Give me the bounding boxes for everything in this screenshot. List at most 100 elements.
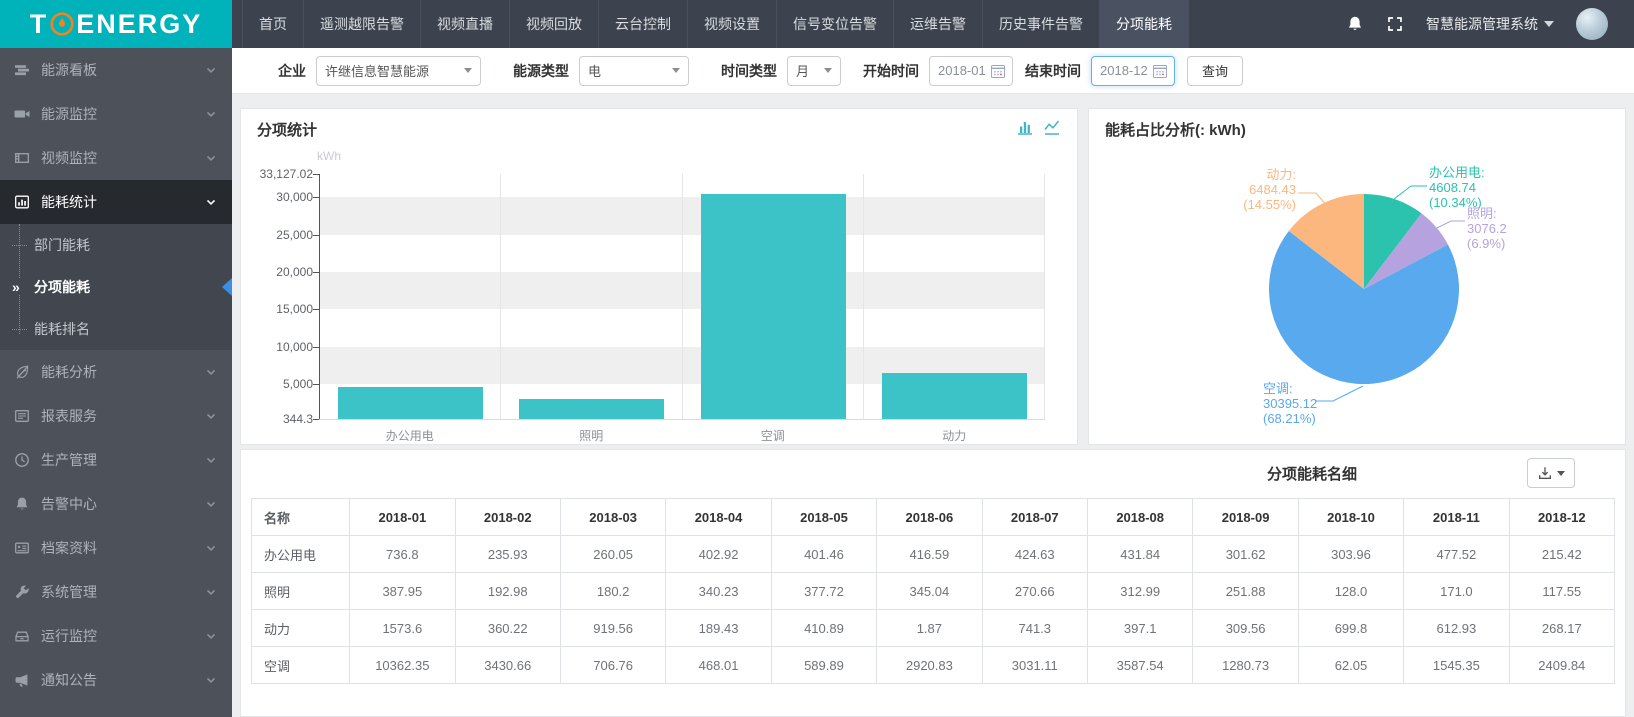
top-nav-tab[interactable]: 视频回放 [509,0,598,48]
table-section: 分项能耗名细 名称2018-012018-022018-032018-04201… [240,449,1626,717]
sidebar-item-label: 生产管理 [41,450,97,470]
bar-照明[interactable] [519,399,664,419]
topbar: TENERGY 首页遥测越限告警视频直播视频回放云台控制视频设置信号变位告警运维… [0,0,1634,48]
table-row: 办公用电736.8235.93260.05402.92401.46416.594… [252,536,1615,573]
table-header-cell: 2018-12 [1509,499,1614,536]
sidebar-item[interactable]: 能耗统计 [0,180,232,224]
sidebar-item[interactable]: 生产管理 [0,438,232,482]
sidebar-submenu: 部门能耗 »分项能耗能耗排名 [0,224,232,350]
end-date-input-box[interactable] [1091,56,1175,86]
value-cell: 171.0 [1404,573,1509,610]
sidebar-subitem-label: 分项能耗 [34,277,90,297]
grid-band [320,174,1045,197]
sidebar-item-label: 能源看板 [41,60,97,80]
row-name-cell: 办公用电 [252,536,350,573]
x-tick-label: 照明 [521,427,661,444]
export-button[interactable] [1527,458,1575,488]
sidebar-subitem-label: 部门能耗 [34,235,90,255]
chevron-down-icon [204,63,218,77]
sidebar-subitem[interactable]: 能耗排名 [0,308,232,350]
time-type-select[interactable]: 月 [787,56,841,86]
line-chart-toggle-icon[interactable] [1043,118,1061,136]
start-date-input-box[interactable] [929,56,1013,86]
avatar[interactable] [1576,8,1608,40]
sidebar-item[interactable]: 报表服务 [0,394,232,438]
top-nav-tab[interactable]: 视频直播 [420,0,509,48]
sidebar-item-label: 档案资料 [41,538,97,558]
company-select[interactable]: 许继信息智慧能源 [316,56,481,86]
query-button[interactable]: 查询 [1187,56,1243,86]
chevron-down-icon [204,541,218,555]
sidebar-item[interactable]: 系统管理 [0,570,232,614]
value-cell: 235.93 [455,536,560,573]
end-time-label: 结束时间 [1025,61,1081,81]
bar-动力[interactable] [882,373,1027,419]
value-cell: 387.95 [350,573,455,610]
user-system-menu[interactable]: 智慧能源管理系统 [1426,14,1554,34]
pie-chart-area: 办公用电:4608.74(10.34%)照明:3076.2(6.9%)空调:30… [1089,109,1627,446]
top-nav-tab[interactable]: 分项能耗 [1099,0,1189,48]
sidebar-item[interactable]: 能源监控 [0,92,232,136]
logo-text-right: ENERGY [76,9,202,40]
sidebar-subitem[interactable]: »分项能耗 [0,266,232,308]
start-date-input[interactable] [938,63,990,78]
calendar-icon[interactable] [990,63,1006,79]
x-axis-line [319,419,1045,420]
end-date-input[interactable] [1100,63,1152,78]
value-cell: 397.1 [1087,610,1192,647]
x-tick-label: 办公用电 [340,427,480,444]
sidebar-item[interactable]: 视频监控 [0,136,232,180]
value-cell: 128.0 [1298,573,1403,610]
fullscreen-icon[interactable] [1386,15,1404,33]
value-cell: 589.89 [771,647,876,684]
report-icon [14,408,30,424]
top-nav-tab[interactable]: 信号变位告警 [776,0,893,48]
top-nav-tab[interactable]: 历史事件告警 [982,0,1099,48]
megaphone-icon [14,672,30,688]
calendar-icon[interactable] [1152,63,1168,79]
start-time-label: 开始时间 [863,61,919,81]
value-cell: 416.59 [877,536,982,573]
value-cell: 251.88 [1193,573,1298,610]
sidebar-item[interactable]: 能源看板 [0,48,232,92]
y-tick-label: 25,000 [241,228,313,242]
sidebar-item[interactable]: 告警中心 [0,482,232,526]
value-cell: 268.17 [1509,610,1614,647]
filter-bar: 企业 许继信息智慧能源 能源类型 电 时间类型 月 开始时间 [232,48,1634,94]
sidebar-item[interactable]: 档案资料 [0,526,232,570]
top-nav-tab[interactable]: 运维告警 [893,0,982,48]
value-cell: 612.93 [1404,610,1509,647]
category-split-line [1044,174,1045,419]
table-header-cell: 2018-11 [1404,499,1509,536]
value-cell: 741.3 [982,610,1087,647]
table-header-cell: 2018-06 [877,499,982,536]
sidebar-item[interactable]: 通知公告 [0,658,232,702]
bar-办公用电[interactable] [338,387,483,419]
top-nav-tab[interactable]: 视频设置 [687,0,776,48]
energy-type-select[interactable]: 电 [579,56,689,86]
bar-空调[interactable] [701,194,846,419]
category-split-line [500,174,501,419]
export-icon [1537,465,1553,481]
value-cell: 736.8 [350,536,455,573]
top-nav-tab[interactable]: 云台控制 [598,0,687,48]
value-cell: 312.99 [1087,573,1192,610]
top-nav-tab[interactable]: 首页 [242,0,303,48]
y-tick-label: 15,000 [241,302,313,316]
sidebar-item[interactable]: 运行监控 [0,614,232,658]
bar-chart-toggle-icon[interactable] [1016,118,1034,136]
sidebar-subitem[interactable]: 部门能耗 [0,224,232,266]
pie-label-办公用电: 办公用电:4608.74(10.34%) [1429,165,1485,210]
main-content: 企业 许继信息智慧能源 能源类型 电 时间类型 月 开始时间 [232,48,1634,717]
pie-label-照明: 照明:3076.2(6.9%) [1467,206,1507,251]
value-cell: 309.56 [1193,610,1298,647]
energy-type-label: 能源类型 [513,61,569,81]
sidebar-item[interactable]: 能耗分析 [0,350,232,394]
notification-bell-icon[interactable] [1346,15,1364,33]
value-cell: 402.92 [666,536,771,573]
top-nav-tab[interactable]: 遥测越限告警 [303,0,420,48]
chevron-down-icon [204,585,218,599]
table-row: 空调10362.353430.66706.76468.01589.892920.… [252,647,1615,684]
table-header-cell: 2018-01 [350,499,455,536]
sidebar-item-label: 能耗分析 [41,362,97,382]
